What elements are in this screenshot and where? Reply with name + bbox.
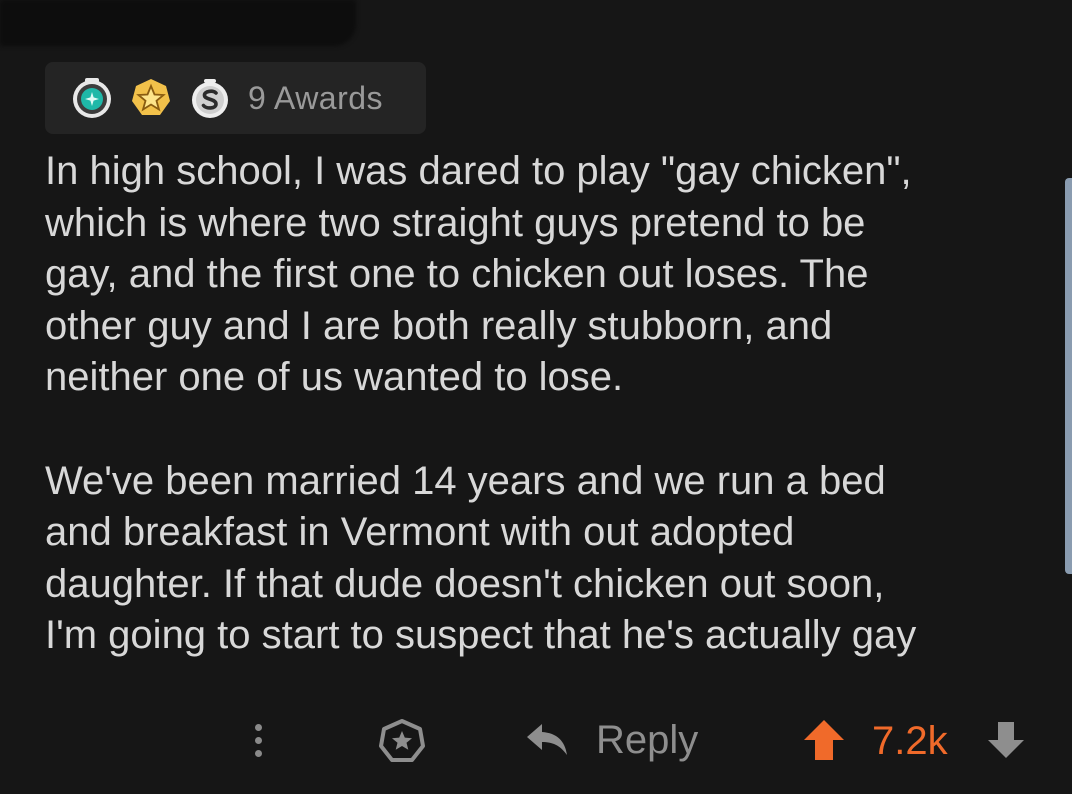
give-award-button[interactable] — [378, 718, 426, 769]
comment-action-bar: Reply 7.2k — [0, 710, 1072, 770]
more-vertical-icon — [254, 736, 262, 744]
helpful-award-icon — [71, 77, 113, 119]
comment-body: In high school, I was dared to play "gay… — [45, 146, 1035, 662]
give-award-icon — [379, 719, 425, 762]
downvote-button[interactable] — [986, 720, 1026, 765]
reply-arrow-icon — [527, 724, 567, 755]
comment-paragraph: We've been married 14 years and we run a… — [45, 458, 917, 658]
reply-button[interactable]: Reply — [524, 714, 698, 766]
reply-label: Reply — [596, 717, 699, 762]
vote-score: 7.2k — [872, 719, 948, 763]
redacted-username — [0, 0, 356, 46]
more-options-button[interactable] — [244, 716, 272, 764]
downvote-arrow-icon — [988, 722, 1024, 758]
awards-row[interactable]: 9 Awards — [45, 62, 426, 134]
awards-count-label: 9 Awards — [248, 79, 384, 116]
silver-award-icon — [189, 77, 231, 119]
upvote-button[interactable] — [802, 718, 846, 767]
more-vertical-icon — [254, 749, 262, 757]
more-vertical-icon — [254, 723, 262, 731]
comment-paragraph: In high school, I was dared to play "gay… — [45, 149, 912, 399]
upvote-arrow-icon — [804, 720, 844, 760]
scrollbar[interactable] — [1065, 178, 1072, 574]
wholesome-star-award-icon — [130, 77, 172, 119]
